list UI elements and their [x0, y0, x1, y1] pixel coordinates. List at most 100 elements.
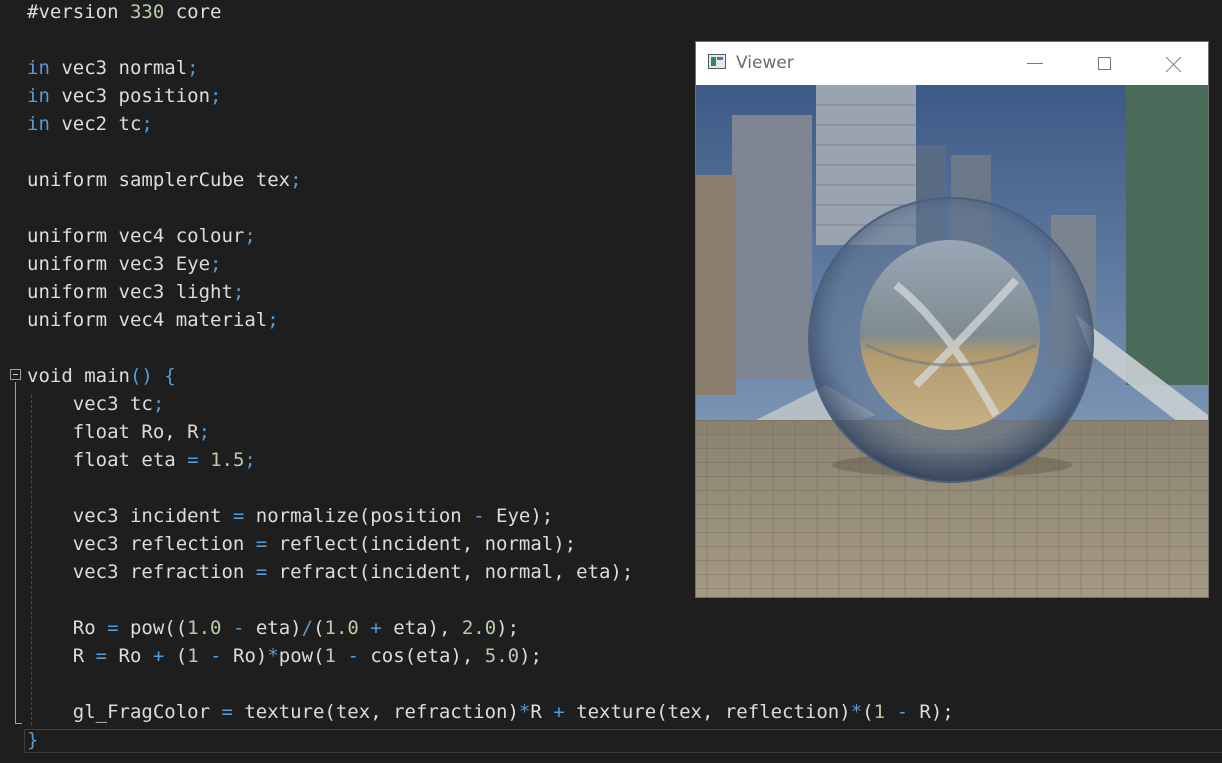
- code-token: core: [164, 1, 222, 23]
- code-line[interactable]: R = Ro + (1 - Ro)*pow(1 - cos(eta), 5.0)…: [27, 642, 542, 670]
- code-token: ;: [210, 85, 222, 107]
- code-token: uniform vec4 colour: [27, 225, 245, 247]
- code-token: pow(: [278, 645, 325, 667]
- code-line[interactable]: uniform samplerCube tex;: [27, 166, 302, 194]
- code-line[interactable]: in vec3 normal;: [27, 54, 199, 82]
- code-line[interactable]: float Ro, R;: [27, 418, 210, 446]
- code-token: vec3 reflection: [27, 533, 256, 555]
- code-token: gl_FragColor: [27, 701, 222, 723]
- code-token: Ro): [221, 645, 268, 667]
- close-button[interactable]: [1139, 42, 1209, 85]
- code-line[interactable]: uniform vec3 light;: [27, 278, 244, 306]
- code-token: -: [347, 645, 359, 667]
- code-token: vec3 tc: [27, 393, 153, 415]
- code-line[interactable]: uniform vec4 colour;: [27, 222, 256, 250]
- code-token: vec3 refraction: [27, 561, 256, 583]
- code-token: 1: [873, 701, 886, 723]
- code-line[interactable]: vec3 reflection = reflect(incident, norm…: [27, 530, 576, 558]
- code-line[interactable]: }: [27, 726, 38, 754]
- render-viewport[interactable]: [696, 85, 1208, 597]
- code-token: +: [152, 645, 165, 667]
- code-token: 1: [187, 645, 199, 667]
- code-token: in: [27, 85, 50, 107]
- code-token: /: [301, 617, 314, 639]
- code-token: uniform samplerCube tex: [27, 169, 291, 191]
- maximize-button[interactable]: [1069, 42, 1139, 85]
- collapse-toggle[interactable]: [10, 369, 21, 380]
- current-line-highlight: [24, 729, 1222, 753]
- code-token: texture(tex, reflection): [564, 701, 851, 723]
- viewer-window[interactable]: Viewer: [695, 41, 1209, 598]
- sphere-inner-reflection: [860, 240, 1040, 430]
- code-token: =: [187, 449, 199, 471]
- code-token: -: [210, 645, 222, 667]
- code-token: vec3 normal: [49, 57, 188, 79]
- code-line[interactable]: uniform vec4 material;: [27, 306, 279, 334]
- code-token: uniform vec4 material: [27, 309, 268, 331]
- code-token: ;: [152, 393, 165, 415]
- code-token: *: [518, 701, 531, 723]
- code-token: ;: [290, 169, 302, 191]
- building-far-left: [696, 175, 736, 395]
- close-icon: [1166, 56, 1182, 72]
- code-token: +: [553, 701, 565, 723]
- code-line[interactable]: gl_FragColor = texture(tex, refraction)*…: [27, 698, 954, 726]
- code-token: uniform vec3 light: [27, 281, 233, 303]
- code-token: R: [530, 701, 554, 723]
- code-token: 1.0: [187, 617, 222, 639]
- window-title: Viewer: [736, 53, 794, 73]
- code-token: ;: [198, 421, 211, 443]
- code-line[interactable]: uniform vec3 Eye;: [27, 250, 221, 278]
- code-token: uniform vec3 Eye: [27, 253, 211, 275]
- code-token: (: [862, 701, 874, 723]
- app-window-icon: [708, 54, 726, 69]
- code-line[interactable]: vec3 incident = normalize(position - Eye…: [27, 502, 553, 530]
- code-token: Ro: [107, 645, 153, 667]
- code-token: 1.0: [324, 617, 359, 639]
- code-line[interactable]: Ro = pow((1.0 - eta)/(1.0 + eta), 2.0);: [27, 614, 519, 642]
- code-token: ;: [244, 225, 256, 247]
- code-token: =: [95, 645, 108, 667]
- code-line[interactable]: vec3 tc;: [27, 390, 165, 418]
- code-token: in: [27, 57, 50, 79]
- code-token: ;: [267, 309, 279, 331]
- code-line[interactable]: in vec3 position;: [27, 82, 222, 110]
- code-token: Ro: [27, 617, 108, 639]
- code-line[interactable]: vec3 refraction = refract(incident, norm…: [27, 558, 634, 586]
- code-token: -: [896, 701, 908, 723]
- code-line[interactable]: #version 330 core: [27, 0, 221, 26]
- code-token: (: [313, 617, 325, 639]
- code-line[interactable]: void main() {: [27, 362, 176, 390]
- viewer-titlebar[interactable]: Viewer: [696, 42, 1208, 85]
- code-token: =: [232, 505, 245, 527]
- code-token: reflect(incident, normal);: [267, 533, 577, 555]
- code-token: texture(tex, refraction): [232, 701, 519, 723]
- code-token: );: [519, 645, 542, 667]
- code-token: void main: [27, 365, 130, 387]
- code-token: *: [267, 645, 279, 667]
- code-token: vec3 incident: [27, 505, 233, 527]
- code-token: normalize(position: [244, 505, 474, 527]
- code-line[interactable]: in vec2 tc;: [27, 110, 153, 138]
- code-token: vec3 position: [49, 85, 211, 107]
- code-token: 1.5: [210, 449, 245, 471]
- code-token: ;: [210, 253, 222, 275]
- code-token: =: [221, 701, 233, 723]
- maximize-icon: [1097, 57, 1111, 70]
- code-token: Eye);: [484, 505, 554, 527]
- code-line[interactable]: float eta = 1.5;: [27, 446, 256, 474]
- minimize-icon: [1027, 63, 1043, 64]
- rendered-scene: [696, 85, 1208, 597]
- code-token: -: [232, 617, 245, 639]
- code-token: ;: [141, 113, 153, 135]
- code-token: refract(incident, normal, eta);: [267, 561, 634, 583]
- minimize-button[interactable]: [1000, 42, 1070, 85]
- code-token: }: [27, 729, 39, 751]
- code-token: 1: [324, 645, 336, 667]
